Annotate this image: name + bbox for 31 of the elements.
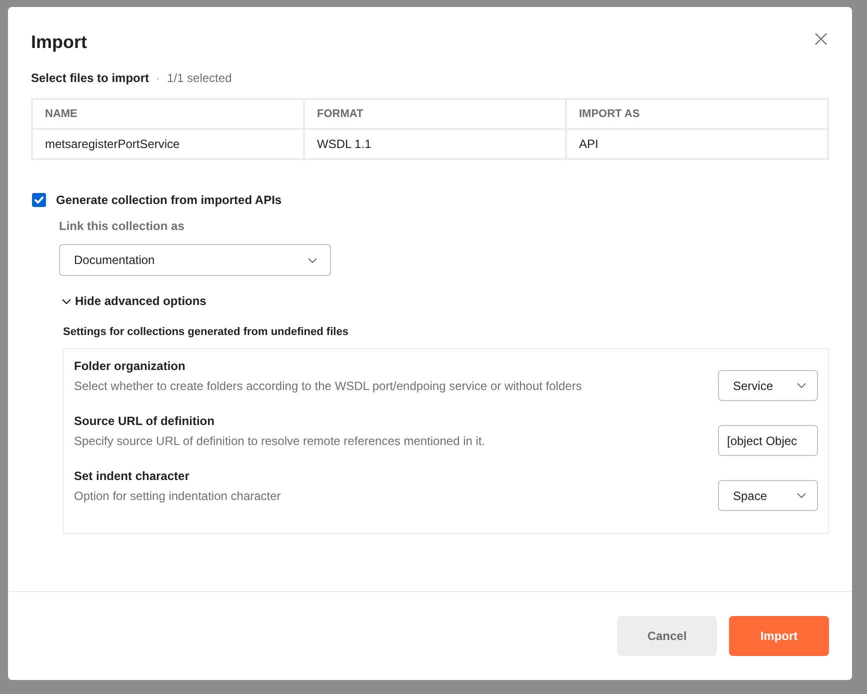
checkbox[interactable] [32, 193, 46, 207]
checkbox-label: Generate collection from imported APIs [56, 193, 282, 207]
table-cell: metsaregisterPortService [33, 130, 303, 158]
link-type-dropdown[interactable]: Documentation [59, 244, 331, 276]
setting-dropdown[interactable]: Space [718, 480, 818, 511]
setting-title: Source URL of definition [74, 413, 216, 429]
setting-dropdown[interactable]: Service [718, 370, 818, 401]
section-heading: Select files to import [31, 70, 150, 86]
separator-dot: · [156, 70, 160, 86]
dialog-title: Import [31, 31, 87, 54]
setting-title: Set indent character [74, 468, 190, 484]
text-field[interactable]: [object Objec [718, 425, 818, 456]
advanced-options-toggle[interactable]: Hide advanced options [62, 293, 206, 309]
setting-description: Option for setting indentation character [74, 488, 282, 504]
setting-title: Folder organization [74, 358, 186, 374]
field-label: Link this collection as [59, 218, 186, 234]
table-cell: API [567, 130, 827, 158]
column-header: IMPORT AS [567, 100, 827, 128]
caret-icon [797, 383, 806, 388]
caret-icon [797, 493, 806, 498]
column-header: NAME [33, 100, 303, 128]
table-cell: WSDL 1.1 [305, 130, 565, 158]
caret-icon [308, 258, 317, 262]
close-button[interactable] [813, 31, 829, 47]
setting-description: Select whether to create folders according to the WSDL port/endpoing service or without folders [74, 378, 583, 394]
selection-count: 1/1 selected [167, 70, 232, 86]
settings-heading: Settings for collections generated from undefined files [63, 325, 350, 340]
cancel-button[interactable]: Cancel [617, 616, 717, 656]
setting-description: Specify source URL of definition to resolve remote references mentioned in it. [74, 433, 486, 449]
column-header: FORMAT [305, 100, 565, 128]
close-icon [815, 33, 827, 45]
